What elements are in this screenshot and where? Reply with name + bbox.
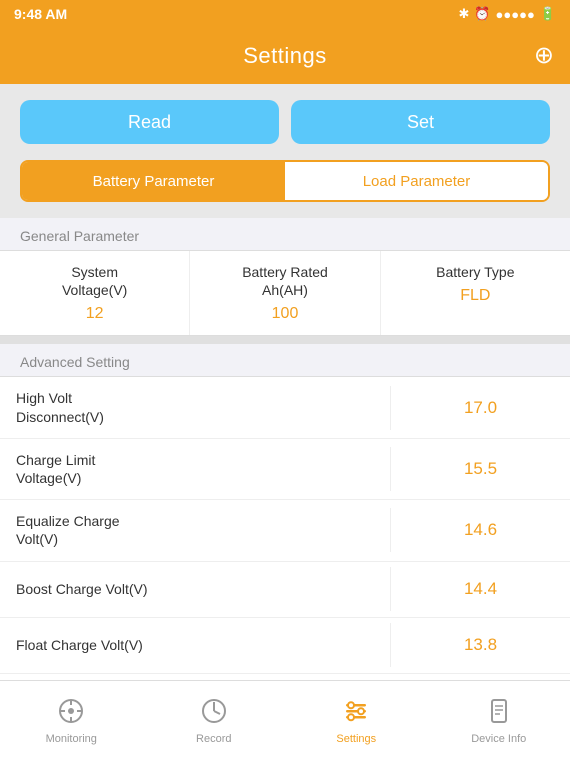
float-charge-volt-value: 13.8 (390, 623, 570, 667)
equalize-charge-volt-label: Equalize ChargeVolt(V) (0, 500, 390, 560)
equalize-charge-volt-value: 14.6 (390, 508, 570, 552)
battery-rated-ah-value: 100 (272, 305, 299, 323)
status-icons: ✱ ⏰ ●●●●● 🔋 (458, 6, 556, 22)
settings-label: Settings (336, 733, 376, 745)
system-voltage-value: 12 (86, 305, 104, 323)
battery-rated-ah-cell: Battery RatedAh(AH) 100 (190, 251, 380, 335)
battery-type-label: Battery Type (436, 263, 514, 281)
table-row: High VoltDisconnect(V) 17.0 (0, 377, 570, 438)
battery-icon: 🔋 (540, 6, 556, 22)
settings-table: High VoltDisconnect(V) 17.0 Charge Limit… (0, 376, 570, 680)
page-title: Settings (243, 43, 327, 69)
alarm-icon: ⏰ (474, 6, 490, 22)
system-voltage-label: SystemVoltage(V) (62, 263, 127, 299)
load-parameter-tab[interactable]: Load Parameter (285, 162, 548, 200)
status-time: 9:48 AM (14, 6, 67, 22)
bluetooth-icon: ✱ (458, 6, 469, 22)
nav-settings[interactable]: Settings (285, 689, 428, 753)
header: Settings ⊕ (0, 28, 570, 84)
section-divider (0, 336, 570, 344)
action-bar: Read Set (0, 84, 570, 160)
record-label: Record (196, 733, 231, 745)
main-content: Read Set Battery Parameter Load Paramete… (0, 84, 570, 680)
battery-type-value: FLD (460, 287, 490, 305)
battery-parameter-tab[interactable]: Battery Parameter (22, 162, 285, 200)
charge-limit-voltage-value: 15.5 (390, 447, 570, 491)
settings-icon (342, 697, 370, 729)
table-row: Charge LimitVoltage(V) 15.5 (0, 439, 570, 500)
bottom-nav: Monitoring Record Settings (0, 680, 570, 760)
nav-monitoring[interactable]: Monitoring (0, 689, 143, 753)
boost-charge-volt-label: Boost Charge Volt(V) (0, 568, 390, 610)
general-param-section-header: General Parameter (0, 218, 570, 250)
tab-selector-inner: Battery Parameter Load Parameter (20, 160, 550, 202)
read-button[interactable]: Read (20, 100, 279, 144)
add-button[interactable]: ⊕ (534, 44, 554, 68)
device-info-label: Device Info (471, 733, 526, 745)
high-volt-disconnect-value: 17.0 (390, 386, 570, 430)
general-param-table: SystemVoltage(V) 12 Battery RatedAh(AH) … (0, 250, 570, 336)
general-param-row: SystemVoltage(V) 12 Battery RatedAh(AH) … (0, 251, 570, 335)
table-row: Float Charge Volt(V) 13.8 (0, 618, 570, 674)
advanced-section-header: Advanced Setting (0, 344, 570, 376)
device-info-icon (485, 697, 513, 729)
boost-charge-volt-value: 14.4 (390, 567, 570, 611)
battery-type-cell: Battery Type FLD (381, 251, 570, 335)
float-charge-volt-label: Float Charge Volt(V) (0, 624, 390, 666)
monitoring-label: Monitoring (46, 733, 97, 745)
record-icon (200, 697, 228, 729)
monitoring-icon (57, 697, 85, 729)
charge-limit-voltage-label: Charge LimitVoltage(V) (0, 439, 390, 499)
signal-icon: ●●●●● (496, 7, 535, 22)
nav-record[interactable]: Record (143, 689, 286, 753)
system-voltage-cell: SystemVoltage(V) 12 (0, 251, 190, 335)
nav-device-info[interactable]: Device Info (428, 689, 570, 753)
set-button[interactable]: Set (291, 100, 550, 144)
table-row: Boost Charge Volt(V) 14.4 (0, 562, 570, 618)
table-row: Equalize ChargeVolt(V) 14.6 (0, 500, 570, 561)
high-volt-disconnect-label: High VoltDisconnect(V) (0, 377, 390, 437)
status-bar: 9:48 AM ✱ ⏰ ●●●●● 🔋 (0, 0, 570, 28)
battery-rated-ah-label: Battery RatedAh(AH) (242, 263, 328, 299)
tab-selector: Battery Parameter Load Parameter (0, 160, 570, 218)
